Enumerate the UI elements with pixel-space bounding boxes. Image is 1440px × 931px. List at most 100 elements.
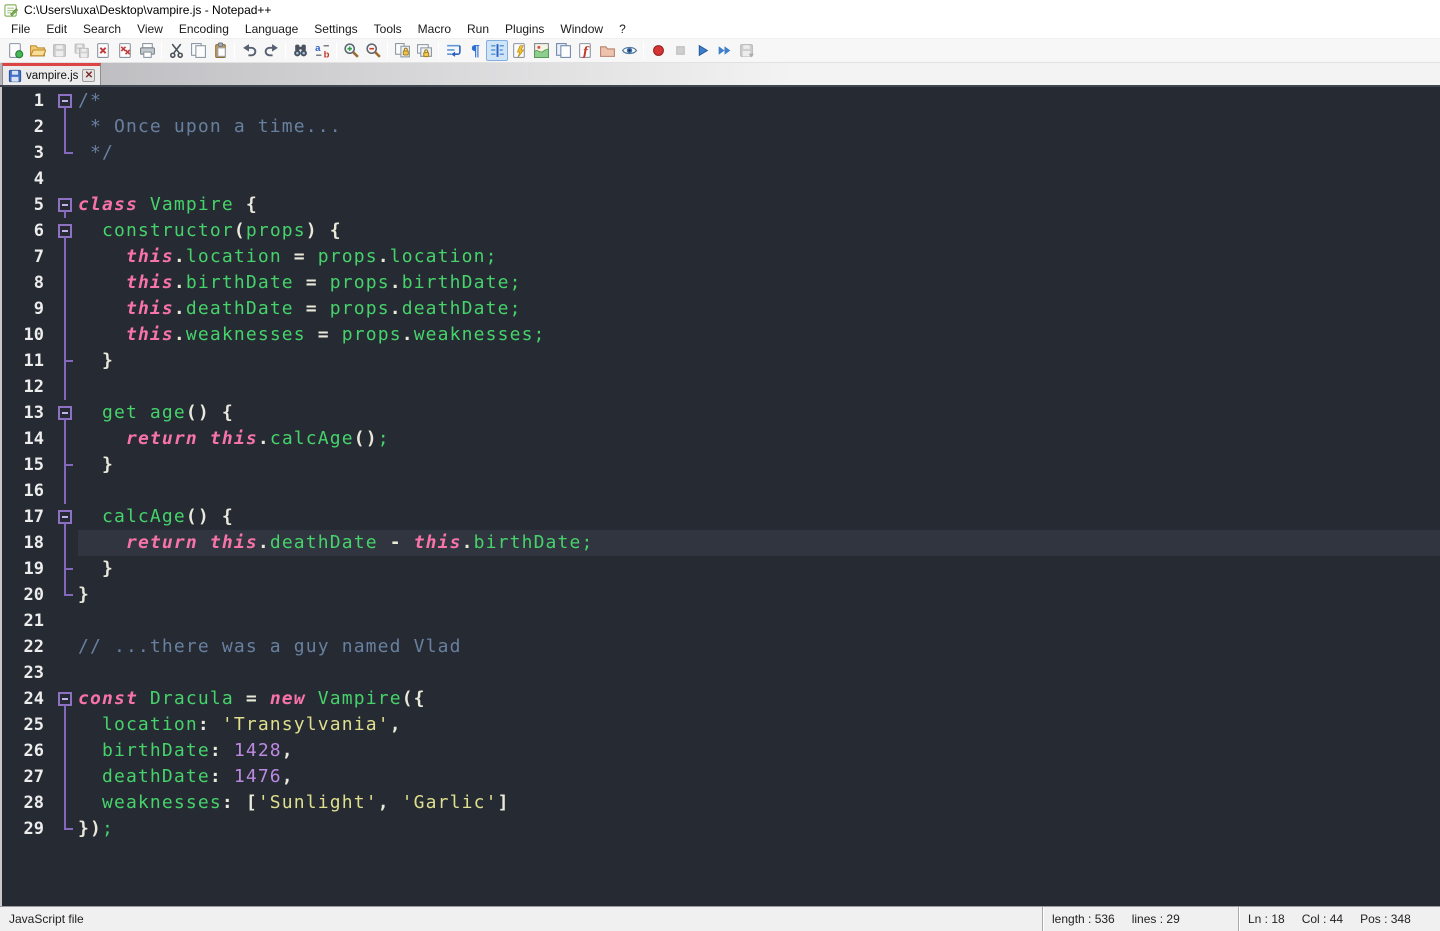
fold-toggle-icon[interactable] [52, 400, 78, 426]
fold-toggle-icon[interactable] [52, 686, 78, 712]
line-number: 24 [2, 686, 52, 712]
paste-icon[interactable] [209, 40, 231, 61]
code-line: 12 [2, 374, 1440, 400]
code-text [78, 478, 1440, 504]
menu-item-tools[interactable]: Tools [366, 21, 410, 38]
line-number: 14 [2, 426, 52, 452]
sync-vertical-icon[interactable] [391, 40, 413, 61]
macro-play-icon[interactable] [691, 40, 713, 61]
code-text: return this.deathDate - this.birthDate; [78, 530, 1440, 556]
code-text: } [78, 452, 1440, 478]
fold-toggle-icon[interactable] [52, 88, 78, 114]
fold-margin [52, 244, 78, 270]
open-file-icon[interactable] [26, 40, 48, 61]
code-text: this.location = props.location; [78, 244, 1440, 270]
macro-stop-icon [669, 40, 691, 61]
code-editor[interactable]: 1/*2 * Once upon a time...3 */45class Va… [0, 87, 1440, 906]
fold-margin [52, 634, 78, 660]
line-number: 13 [2, 400, 52, 426]
fold-margin [52, 166, 78, 192]
code-line: 3 */ [2, 140, 1440, 166]
toolbar-separator [643, 42, 644, 59]
sync-horizontal-icon[interactable] [413, 40, 435, 61]
macro-run-multiple-icon[interactable] [713, 40, 735, 61]
doc-switcher-icon[interactable] [552, 40, 574, 61]
show-all-chars-icon[interactable]: ¶ [464, 40, 486, 61]
menu-item-search[interactable]: Search [75, 21, 129, 38]
fold-toggle-icon[interactable] [52, 504, 78, 530]
toolbar-separator [234, 42, 235, 59]
code-line: 14 return this.calcAge(); [2, 426, 1440, 452]
fold-margin [52, 322, 78, 348]
close-file-icon[interactable] [92, 40, 114, 61]
indent-guide-icon[interactable] [486, 40, 508, 61]
menu-item-plugins[interactable]: Plugins [497, 21, 552, 38]
code-line: 1 /* [2, 88, 1440, 114]
tab-close-icon[interactable]: ✕ [82, 69, 95, 82]
define-language-icon[interactable] [508, 40, 530, 61]
code-line: 6 constructor(props) { [2, 218, 1440, 244]
code-line: 16 [2, 478, 1440, 504]
fold-margin [52, 348, 78, 374]
line-number: 29 [2, 816, 52, 842]
menu-item-macro[interactable]: Macro [410, 21, 459, 38]
menu-item-view[interactable]: View [129, 21, 171, 38]
undo-icon[interactable] [238, 40, 260, 61]
menu-item-help[interactable]: ? [611, 21, 634, 38]
menu-item-settings[interactable]: Settings [306, 21, 365, 38]
fold-margin [52, 556, 78, 582]
line-number: 10 [2, 322, 52, 348]
cut-icon[interactable] [165, 40, 187, 61]
replace-icon[interactable]: ab [311, 40, 333, 61]
menu-item-encoding[interactable]: Encoding [171, 21, 237, 38]
redo-icon[interactable] [260, 40, 282, 61]
tab-vampire-js[interactable]: vampire.js ✕ [2, 63, 101, 85]
fold-margin [52, 478, 78, 504]
tab-bar: vampire.js ✕ [0, 63, 1440, 87]
fold-toggle-icon[interactable] [52, 192, 78, 218]
code-line: 9 this.deathDate = props.deathDate; [2, 296, 1440, 322]
macro-record-icon[interactable] [647, 40, 669, 61]
monitoring-icon[interactable] [618, 40, 640, 61]
code-text: * Once upon a time... [78, 114, 1440, 140]
code-text: } [78, 348, 1440, 374]
menu-item-file[interactable]: File [3, 21, 38, 38]
code-line: 8 this.birthDate = props.birthDate; [2, 270, 1440, 296]
code-line: 15 } [2, 452, 1440, 478]
code-text: location: 'Transylvania', [78, 712, 1440, 738]
document-map-icon[interactable] [530, 40, 552, 61]
fold-margin [52, 140, 78, 166]
menu-item-window[interactable]: Window [552, 21, 611, 38]
copy-icon[interactable] [187, 40, 209, 61]
line-number: 4 [2, 166, 52, 192]
find-icon[interactable] [289, 40, 311, 61]
close-all-icon[interactable] [114, 40, 136, 61]
print-icon[interactable] [136, 40, 158, 61]
fold-toggle-icon[interactable] [52, 218, 78, 244]
status-length: length : 536 [1052, 912, 1115, 926]
word-wrap-icon[interactable] [442, 40, 464, 61]
menu-item-edit[interactable]: Edit [38, 21, 75, 38]
code-text: this.birthDate = props.birthDate; [78, 270, 1440, 296]
zoom-out-icon[interactable] [362, 40, 384, 61]
new-file-icon[interactable] [4, 40, 26, 61]
zoom-in-icon[interactable] [340, 40, 362, 61]
menu-item-language[interactable]: Language [237, 21, 306, 38]
toolbar-separator [285, 42, 286, 59]
menu-item-run[interactable]: Run [459, 21, 497, 38]
status-lines: lines : 29 [1132, 912, 1180, 926]
function-list-icon[interactable]: f [574, 40, 596, 61]
status-ln: Ln : 18 [1248, 912, 1285, 926]
status-col: Col : 44 [1302, 912, 1343, 926]
code-line: 29}); [2, 816, 1440, 842]
status-doc-stats: length : 536 lines : 29 [1042, 907, 1238, 931]
fold-margin [52, 582, 78, 608]
line-number: 1 [2, 88, 52, 114]
code-text: /* [78, 88, 1440, 114]
line-number: 2 [2, 114, 52, 140]
fold-margin [52, 608, 78, 634]
line-number: 28 [2, 790, 52, 816]
code-text: return this.calcAge(); [78, 426, 1440, 452]
folder-workspace-icon[interactable] [596, 40, 618, 61]
fold-margin [52, 660, 78, 686]
